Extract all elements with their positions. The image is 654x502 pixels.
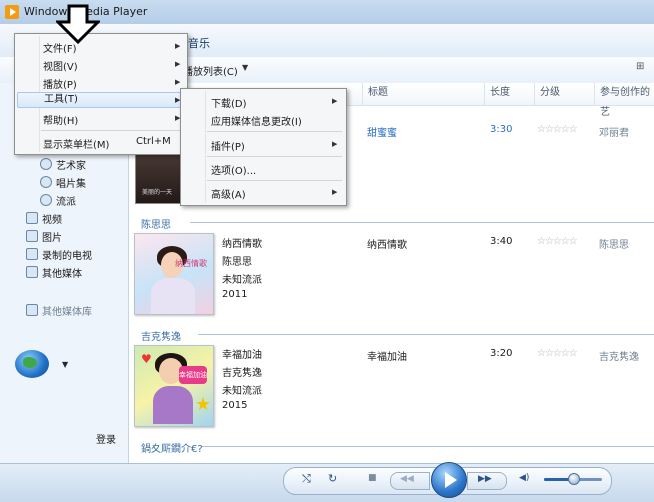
repeat-icon[interactable]: ↻ [328,472,337,485]
layout-options-icon[interactable]: ⊞ [636,61,644,72]
group-header[interactable]: 鍋夊厛鐗介€? [141,440,203,455]
genre-icon [40,194,52,206]
playlist-button[interactable]: 播放列表(C) [183,63,238,78]
album-name[interactable]: 幸福加油 [222,346,262,361]
group-divider [198,334,654,335]
rating-stars[interactable]: ☆☆☆☆☆ [537,348,578,359]
media-player-icon[interactable] [5,5,19,19]
picture-icon [26,230,38,242]
menu-item-show-menu-bar[interactable]: 显示菜单栏(M) [43,136,109,151]
submenu-arrow-icon: ▶ [332,140,338,148]
menu-item-advanced[interactable]: 高级(A) [211,186,246,201]
previous-icon: ◀◀ [400,474,414,484]
album-name[interactable]: 纳西情歌 [222,235,262,250]
track-artist: 吉克隽逸 [599,352,639,363]
next-icon: ▶▶ [478,474,492,484]
album-genre[interactable]: 未知流派 [222,271,262,286]
menu-item-download[interactable]: 下载(D) [211,95,247,110]
submenu-arrow-icon: ▶ [175,60,181,68]
rating-stars[interactable]: ☆☆☆☆☆ [537,124,578,135]
menu-item-options[interactable]: 选项(O)... [211,162,256,177]
shuffle-icon[interactable]: ⤭ [302,472,311,486]
group-divider [202,446,654,447]
heart-icon: ♥ [141,352,152,366]
menu-item-tools[interactable]: 工具(T) [17,92,181,108]
sidebar-item-other-libraries[interactable]: 其他媒体库 [26,303,92,318]
submenu-arrow-icon: ▶ [332,188,338,196]
play-button[interactable] [431,462,467,498]
tools-submenu: 下载(D) ▶ 应用媒体信息更改(I) 插件(P) ▶ 选项(O)... 高级(… [180,88,347,206]
group-header[interactable]: 吉克隽逸 [141,328,181,343]
group-divider [190,222,654,223]
volume-icon[interactable]: ◀) [519,473,529,483]
track-title[interactable]: 幸福加油 [367,348,407,363]
album-artist[interactable]: 陈思思 [222,253,252,268]
album-genre[interactable]: 未知流派 [222,382,262,397]
track-length: 3:40 [490,236,513,247]
sidebar-item-other-media[interactable]: 其他媒体 [26,265,82,280]
sidebar-item-artist[interactable]: 艺术家 [40,157,86,172]
track-title[interactable]: 纳西情歌 [367,236,407,251]
column-header-rating[interactable]: 分级 [534,83,594,105]
album-year[interactable]: 2015 [222,400,247,411]
rating-stars[interactable]: ☆☆☆☆☆ [537,236,578,247]
column-header-length[interactable]: 长度 [484,83,534,105]
album-cover[interactable]: 美丽的一天 [135,150,183,204]
menu-item-play[interactable]: 播放(P) [43,76,77,91]
menu-separator [41,130,183,131]
album-cover[interactable]: 纳西情歌 [134,233,214,315]
main-menu: 文件(F) ▶ 视图(V) ▶ 播放(P) ▶ 工具(T) ▶ 帮助(H) ▶ … [14,33,188,155]
album-cover-caption: 幸福加油 [179,366,207,384]
breadcrumb[interactable]: 音乐 [188,35,210,51]
submenu-arrow-icon: ▶ [175,42,181,50]
submenu-arrow-icon: ▶ [332,97,338,105]
track-length: 3:30 [490,124,513,135]
menu-item-apply-media-info[interactable]: 应用媒体信息更改(I) [211,113,302,128]
volume-slider-handle[interactable] [568,473,580,485]
submenu-arrow-icon: ▶ [175,78,181,86]
sidebar-item-recorded-tv[interactable]: 录制的电视 [26,247,92,262]
sidebar-item-pictures[interactable]: 图片 [26,229,62,244]
library-icon [26,304,38,316]
album-year[interactable]: 2011 [222,289,247,300]
track-title[interactable]: 甜蜜蜜 [367,124,397,139]
album-cover[interactable]: ♥ 幸福加油 ★ [134,345,214,427]
menu-separator [207,156,342,157]
column-header-artist[interactable]: 参与创作的艺 [594,83,654,118]
store-dropdown-icon[interactable]: ▼ [62,360,68,369]
menu-item-help[interactable]: 帮助(H) [43,112,78,127]
menu-separator [207,131,342,132]
star-icon: ★ [195,394,212,415]
tv-icon [26,248,38,260]
online-store-globe-icon[interactable] [15,350,49,378]
album-cover-caption: 纳西情歌 [175,259,207,268]
down-arrow-icon [56,4,100,44]
track-length: 3:20 [490,348,513,359]
album-artist[interactable]: 吉克隽逸 [222,364,262,379]
track-artist: 邓丽君 [599,128,629,139]
person-icon [40,158,52,170]
stop-icon[interactable]: ■ [368,473,377,483]
sidebar-item-album[interactable]: 唱片集 [40,175,86,190]
login-link[interactable]: 登录 [96,431,116,446]
menu-item-plugins[interactable]: 插件(P) [211,138,245,153]
sidebar-item-video[interactable]: 视频 [26,211,62,226]
column-header-title[interactable]: 标题 [362,83,484,105]
other-media-icon [26,266,38,278]
album-cover-caption: 美丽的一天 [142,189,173,196]
media-player-window: Windows Media Player 音乐 播放列表(C) ▼ ⊞ 艺术家 … [0,0,654,502]
disc-icon [40,176,52,188]
menu-separator [207,180,342,181]
group-header[interactable]: 陈思思 [141,216,171,231]
menu-item-view[interactable]: 视图(V) [43,58,78,73]
sidebar-item-genre[interactable]: 流派 [40,193,76,208]
playlist-dropdown-icon[interactable]: ▼ [242,63,248,72]
video-icon [26,212,38,224]
menu-shortcut: Ctrl+M [136,136,171,147]
track-artist: 陈思思 [599,240,629,251]
